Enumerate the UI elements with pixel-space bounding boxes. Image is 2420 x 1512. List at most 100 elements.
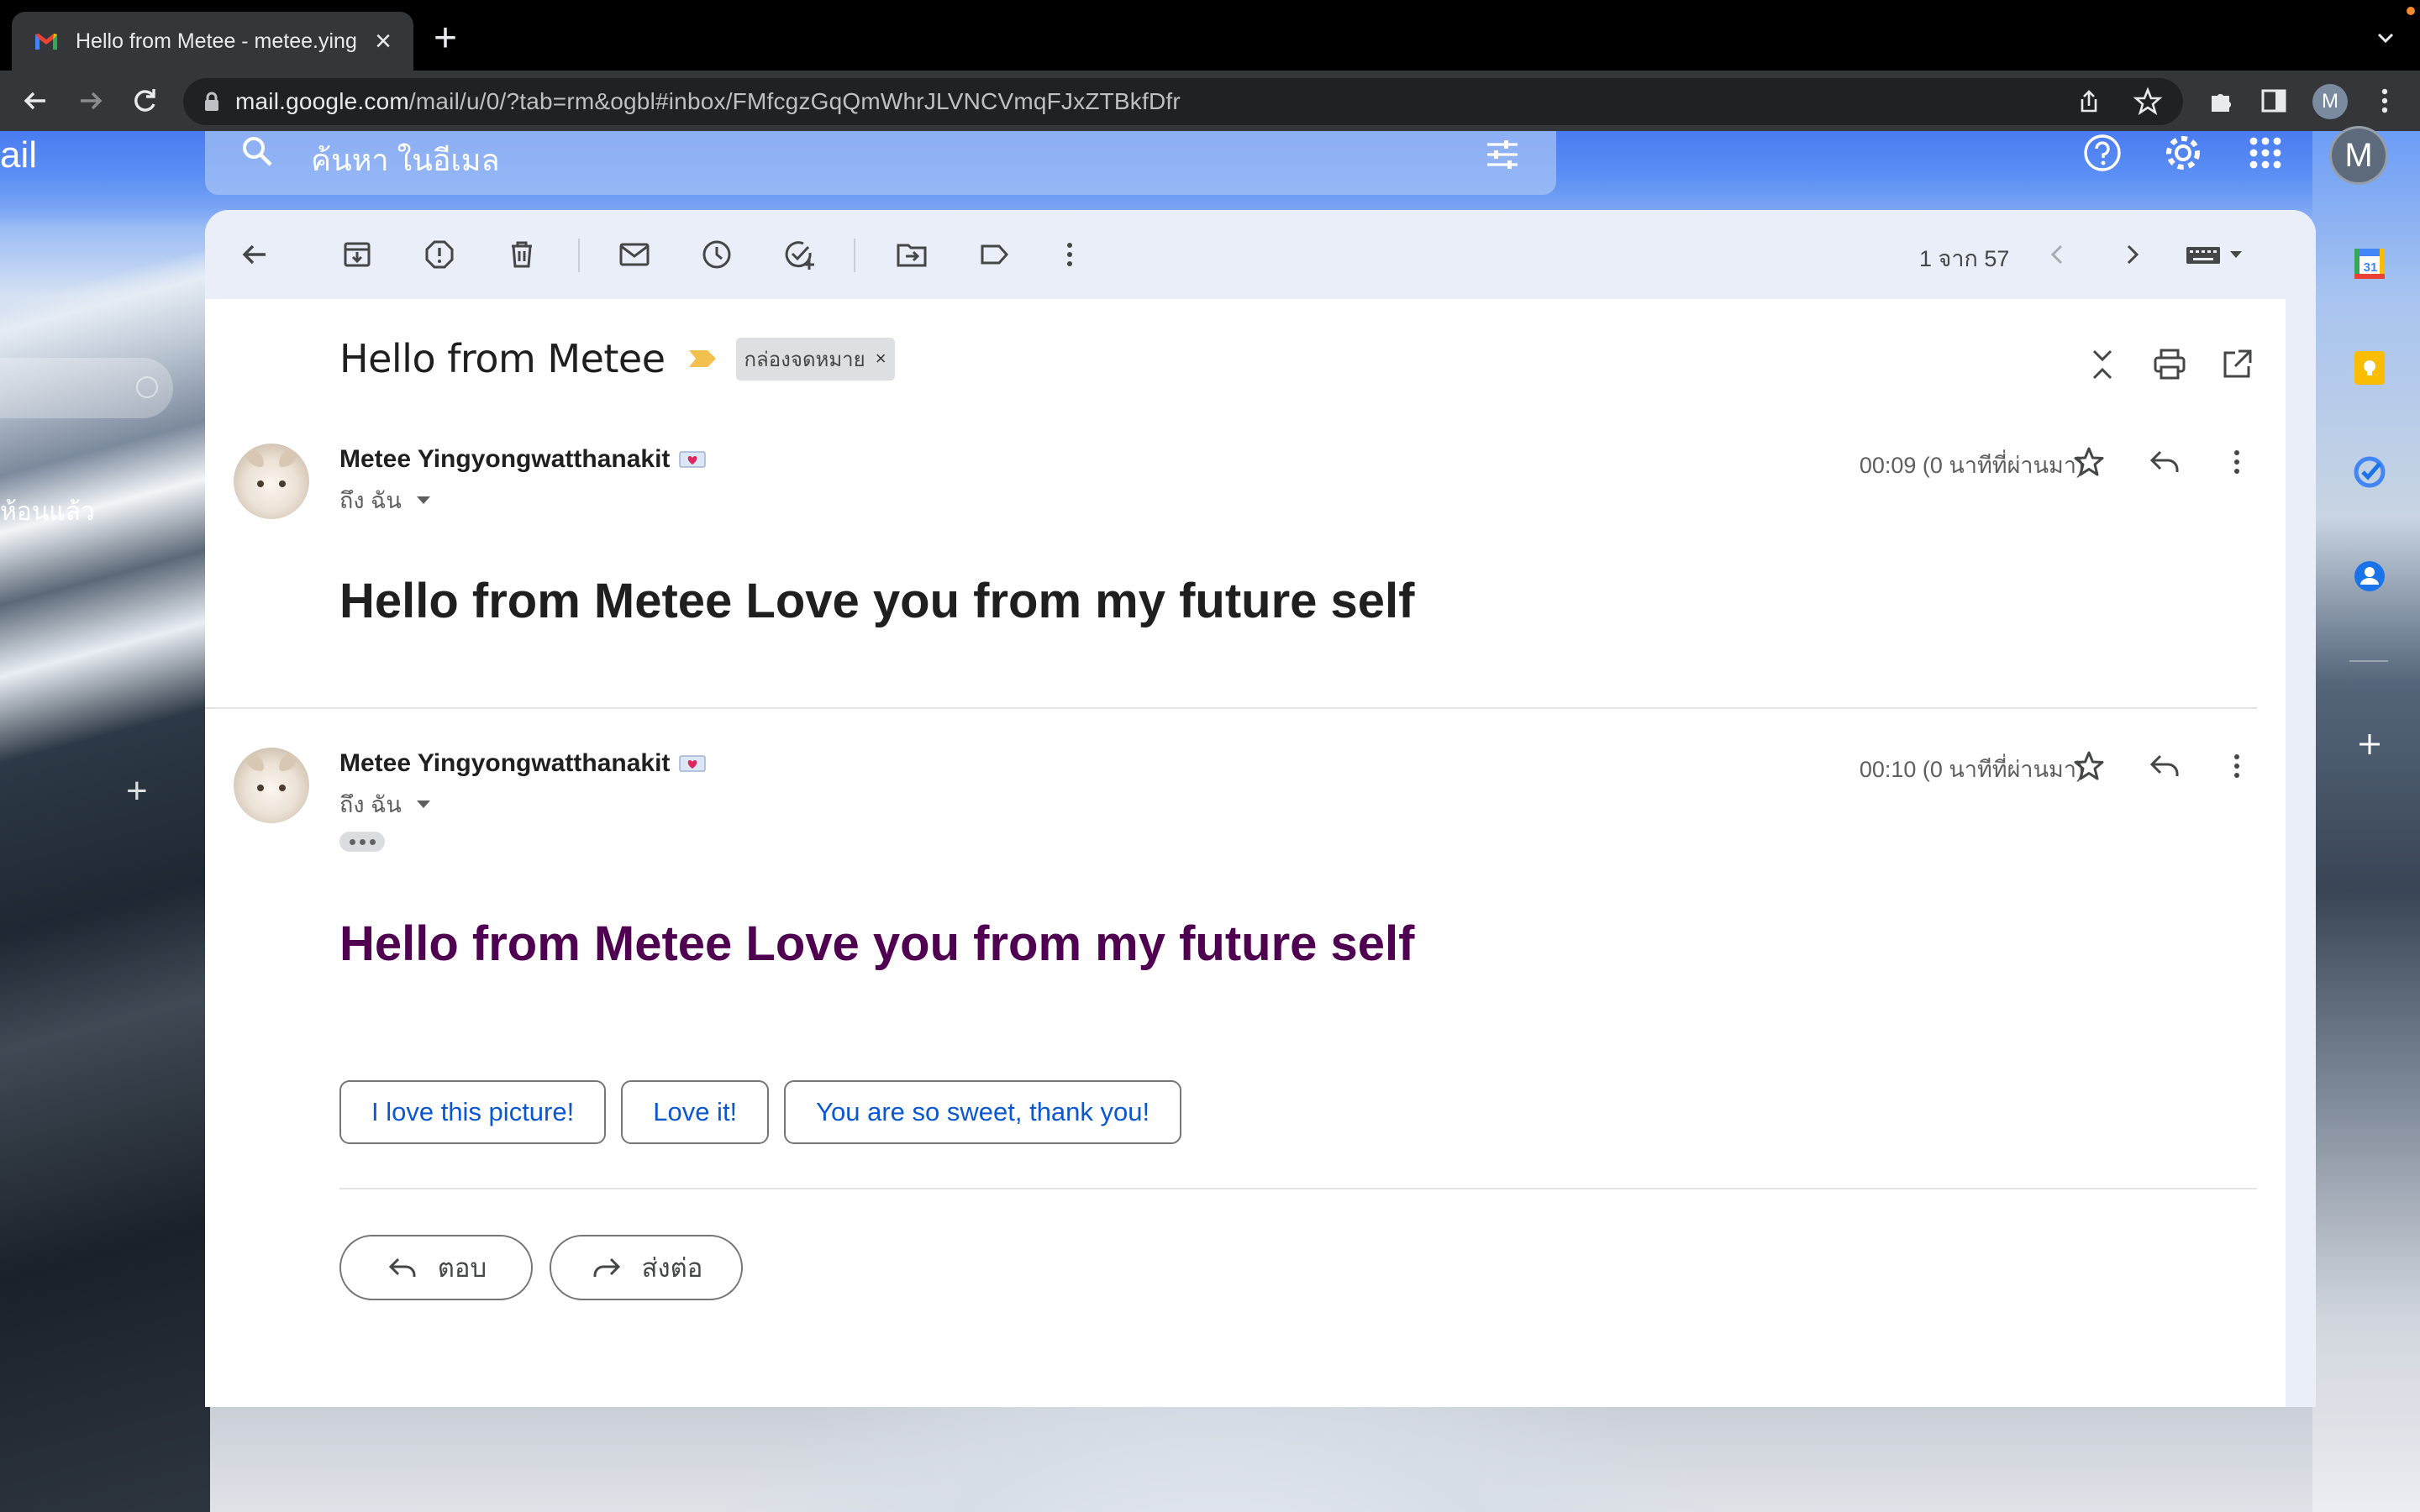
smart-reply-button[interactable]: Love it!	[621, 1080, 770, 1144]
message-view: 1 จาก 57 Hello from Metee กล่องจดหมาย × M…	[205, 210, 2316, 1407]
search-bar[interactable]: ค้นหา ในอีเมล	[205, 131, 1556, 195]
reply-label: ตอบ	[437, 1253, 487, 1283]
extensions-icon[interactable]	[2205, 84, 2238, 118]
more-vert-icon[interactable]	[2218, 444, 2255, 480]
get-addons-icon[interactable]	[2349, 724, 2390, 764]
delete-icon[interactable]	[504, 237, 539, 272]
move-to-icon[interactable]	[894, 237, 929, 272]
share-icon[interactable]	[2072, 85, 2106, 118]
reply-icon[interactable]	[2146, 444, 2183, 480]
chevron-left-icon[interactable]	[2040, 237, 2075, 272]
forward-label: ส่งต่อ	[641, 1253, 703, 1283]
sender-name[interactable]: Metee Yingyongwatthanakit	[339, 445, 707, 474]
url-text: mail.google.com/mail/u/0/?tab=rm&ogbl#in…	[235, 88, 1181, 115]
settings-icon[interactable]	[2161, 131, 2205, 175]
print-icon[interactable]	[2151, 346, 2188, 383]
search-icon[interactable]	[237, 131, 277, 171]
sender-name[interactable]: Metee Yingyongwatthanakit	[339, 749, 707, 778]
filter-icon[interactable]	[1484, 136, 1521, 173]
new-tab-button[interactable]: +	[434, 18, 457, 59]
gmail-logo[interactable]: ail	[0, 134, 37, 176]
toolbar-separator	[578, 239, 580, 272]
sender-avatar[interactable]	[234, 748, 309, 823]
search-input[interactable]: ค้นหา ในอีเมล	[311, 136, 500, 184]
forward-button[interactable]: ส่งต่อ	[550, 1235, 743, 1300]
smart-replies: I love this picture! Love it! You are so…	[339, 1080, 1182, 1144]
apps-icon[interactable]	[2244, 131, 2287, 175]
star-icon[interactable]	[2070, 444, 2107, 480]
browser-tab-strip: Hello from Metee - metee.ying × +	[0, 0, 2420, 71]
sidebar-item-label[interactable]: ห้อนแล้ว	[0, 492, 95, 532]
pagination-text: 1 จาก 57	[1919, 246, 2010, 271]
reply-icon[interactable]	[2146, 748, 2183, 785]
thread-subject: Hello from Metee กล่องจดหมาย ×	[339, 336, 895, 381]
show-trimmed-content-button[interactable]	[339, 832, 385, 852]
address-bar[interactable]: mail.google.com/mail/u/0/?tab=rm&ogbl#in…	[183, 78, 2183, 125]
snooze-icon[interactable]	[699, 237, 734, 272]
importance-marker-icon[interactable]	[687, 348, 718, 370]
contacts-icon[interactable]	[2349, 556, 2390, 596]
tab-close-icon[interactable]: ×	[375, 27, 392, 55]
reply-actions: ตอบ ส่งต่อ	[339, 1235, 743, 1300]
collapse-all-icon[interactable]	[2084, 346, 2121, 383]
smart-reply-button[interactable]: I love this picture!	[339, 1080, 607, 1144]
open-new-window-icon[interactable]	[2218, 346, 2255, 383]
more-vert-icon[interactable]	[1052, 237, 1087, 272]
browser-back-icon[interactable]	[18, 84, 52, 118]
recipient-text: ถึง ฉัน	[339, 488, 402, 513]
browser-profile-avatar[interactable]: M	[2312, 84, 2348, 119]
notification-dot	[2407, 7, 2415, 15]
message-body: Hello from Metee Love you from my future…	[339, 574, 1415, 628]
tasks-icon[interactable]	[2349, 452, 2390, 492]
add-label-icon[interactable]: +	[126, 773, 148, 810]
account-avatar[interactable]: M	[2329, 126, 2388, 185]
reload-icon[interactable]	[128, 84, 161, 118]
browser-toolbar: mail.google.com/mail/u/0/?tab=rm&ogbl#in…	[0, 71, 2420, 131]
recipient-line[interactable]: ถึง ฉัน	[339, 786, 430, 822]
message-body: Hello from Metee Love you from my future…	[339, 916, 1415, 971]
calendar-icon[interactable]: 31	[2349, 244, 2390, 284]
sender-name-text: Metee Yingyongwatthanakit	[339, 749, 671, 777]
toolbar-separator	[854, 239, 855, 272]
tab-search-icon[interactable]	[2376, 29, 2395, 47]
tab-title: Hello from Metee - metee.ying	[76, 29, 357, 53]
archive-icon[interactable]	[339, 237, 375, 272]
side-panel-icon[interactable]	[2257, 84, 2291, 118]
report-spam-icon[interactable]	[422, 237, 457, 272]
details-dropdown-icon[interactable]	[416, 496, 430, 504]
back-arrow-icon[interactable]	[237, 237, 272, 272]
lock-icon	[205, 92, 218, 111]
reply-button[interactable]: ตอบ	[339, 1235, 533, 1300]
url-path: /mail/u/0/?tab=rm&ogbl#inbox/FMfcgzGqQmW…	[408, 88, 1181, 114]
chevron-right-icon[interactable]	[2114, 237, 2149, 272]
browser-forward-icon[interactable]	[74, 84, 108, 118]
unread-count-icon	[136, 376, 158, 398]
sender-name-text: Metee Yingyongwatthanakit	[339, 445, 671, 473]
help-icon[interactable]	[2081, 131, 2124, 175]
add-task-icon[interactable]	[781, 237, 817, 272]
url-host: mail.google.com	[235, 88, 409, 114]
reply-icon	[388, 1257, 416, 1277]
recipient-line[interactable]: ถึง ฉัน	[339, 482, 430, 518]
svg-text:31: 31	[2364, 260, 2378, 275]
browser-tab[interactable]: Hello from Metee - metee.ying ×	[12, 12, 413, 71]
scrollbar-track[interactable]	[2286, 299, 2316, 1407]
label-chip-text: กล่องจดหมาย	[744, 348, 865, 371]
browser-menu-icon[interactable]	[2368, 84, 2402, 118]
more-vert-icon[interactable]	[2218, 748, 2255, 785]
star-icon[interactable]	[2070, 748, 2107, 785]
keep-icon[interactable]	[2349, 348, 2390, 388]
heart-letter-icon	[679, 755, 707, 772]
sidebar-inbox-item[interactable]	[0, 358, 173, 418]
label-icon[interactable]	[976, 237, 1012, 272]
inbox-label-chip[interactable]: กล่องจดหมาย ×	[735, 337, 895, 381]
message-time: 00:09 (0 นาทีที่ผ่านมา)	[1859, 453, 2084, 478]
keyboard-icon[interactable]	[2183, 237, 2254, 272]
bookmark-star-icon[interactable]	[2131, 85, 2165, 118]
details-dropdown-icon[interactable]	[416, 801, 430, 808]
mark-unread-icon[interactable]	[617, 237, 652, 272]
reply-divider	[339, 1188, 2257, 1189]
sender-avatar[interactable]	[234, 444, 309, 519]
remove-label-icon[interactable]: ×	[876, 348, 886, 370]
smart-reply-button[interactable]: You are so sweet, thank you!	[784, 1080, 1182, 1144]
